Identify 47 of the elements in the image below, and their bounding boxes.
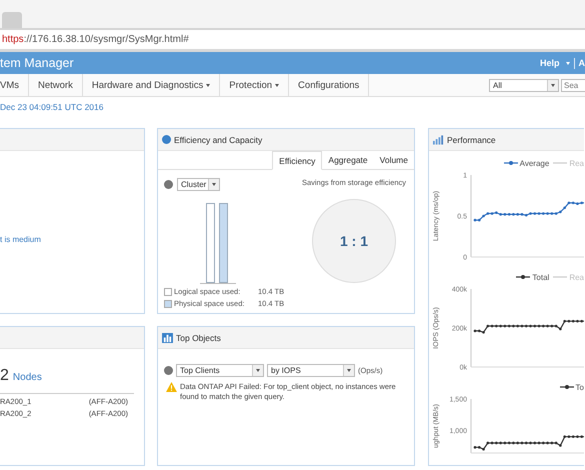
browser-tab[interactable] — [2, 12, 22, 28]
gauge-icon — [162, 135, 171, 144]
legend-swatch — [164, 288, 172, 296]
data-point — [559, 328, 562, 330]
tab[interactable]: Volume — [374, 151, 414, 169]
warning-icon — [166, 382, 177, 392]
data-point — [563, 435, 566, 438]
panel-title: Top Objects — [176, 332, 221, 342]
last-updated-text: Dec 23 04:09:51 UTC 2016 — [0, 102, 104, 114]
legend-marker-icon — [560, 384, 574, 390]
panel-title: Performance — [447, 134, 496, 144]
scope-select[interactable]: All — [489, 78, 559, 92]
legend-marker-icon — [553, 274, 568, 280]
health-message: t is medium — [0, 235, 42, 244]
legend-label: Rea — [569, 272, 584, 282]
url-scheme: https — [1, 34, 24, 45]
data-point — [559, 444, 562, 447]
node-count: 2 — [0, 367, 9, 385]
legend-label: Rea — [569, 158, 584, 168]
legend-label: Total — [532, 272, 550, 282]
data-point — [563, 320, 566, 322]
chart-icon — [433, 134, 444, 144]
nav-item[interactable]: Configurations — [289, 74, 370, 96]
ratio-value: 1 : 1 — [340, 232, 368, 249]
metric-select[interactable]: by IOPS — [267, 364, 355, 377]
search-field[interactable]: Sea — [561, 78, 585, 92]
nav-item[interactable]: Protection — [220, 74, 290, 96]
info-icon — [164, 366, 173, 375]
object-select[interactable]: Top Clients — [176, 364, 264, 377]
app-title: tem Manager — [0, 56, 74, 70]
tab[interactable]: Efficiency — [272, 151, 322, 170]
tab[interactable]: Aggregate — [322, 151, 374, 169]
legend-marker-icon — [553, 160, 568, 166]
legend-label: Average — [520, 158, 550, 168]
nav-item[interactable]: Network — [29, 74, 83, 96]
info-icon — [164, 180, 173, 189]
legend-marker-icon — [516, 274, 530, 280]
nav-item[interactable]: Hardware and Diagnostics — [82, 74, 220, 96]
url-text: ://176.16.38.10/sysmgr/SysMgr.html# — [24, 34, 189, 45]
legend-swatch — [164, 300, 172, 308]
legend-label: To — [576, 382, 584, 392]
nav-item[interactable]: VMs — [0, 74, 29, 96]
legend-marker-icon — [504, 160, 518, 166]
scope-select[interactable]: Cluster — [177, 178, 220, 191]
bar-chart-icon — [162, 332, 173, 342]
nodes-link[interactable]: Nodes — [12, 372, 42, 383]
panel-title: Efficiency and Capacity — [174, 134, 262, 144]
